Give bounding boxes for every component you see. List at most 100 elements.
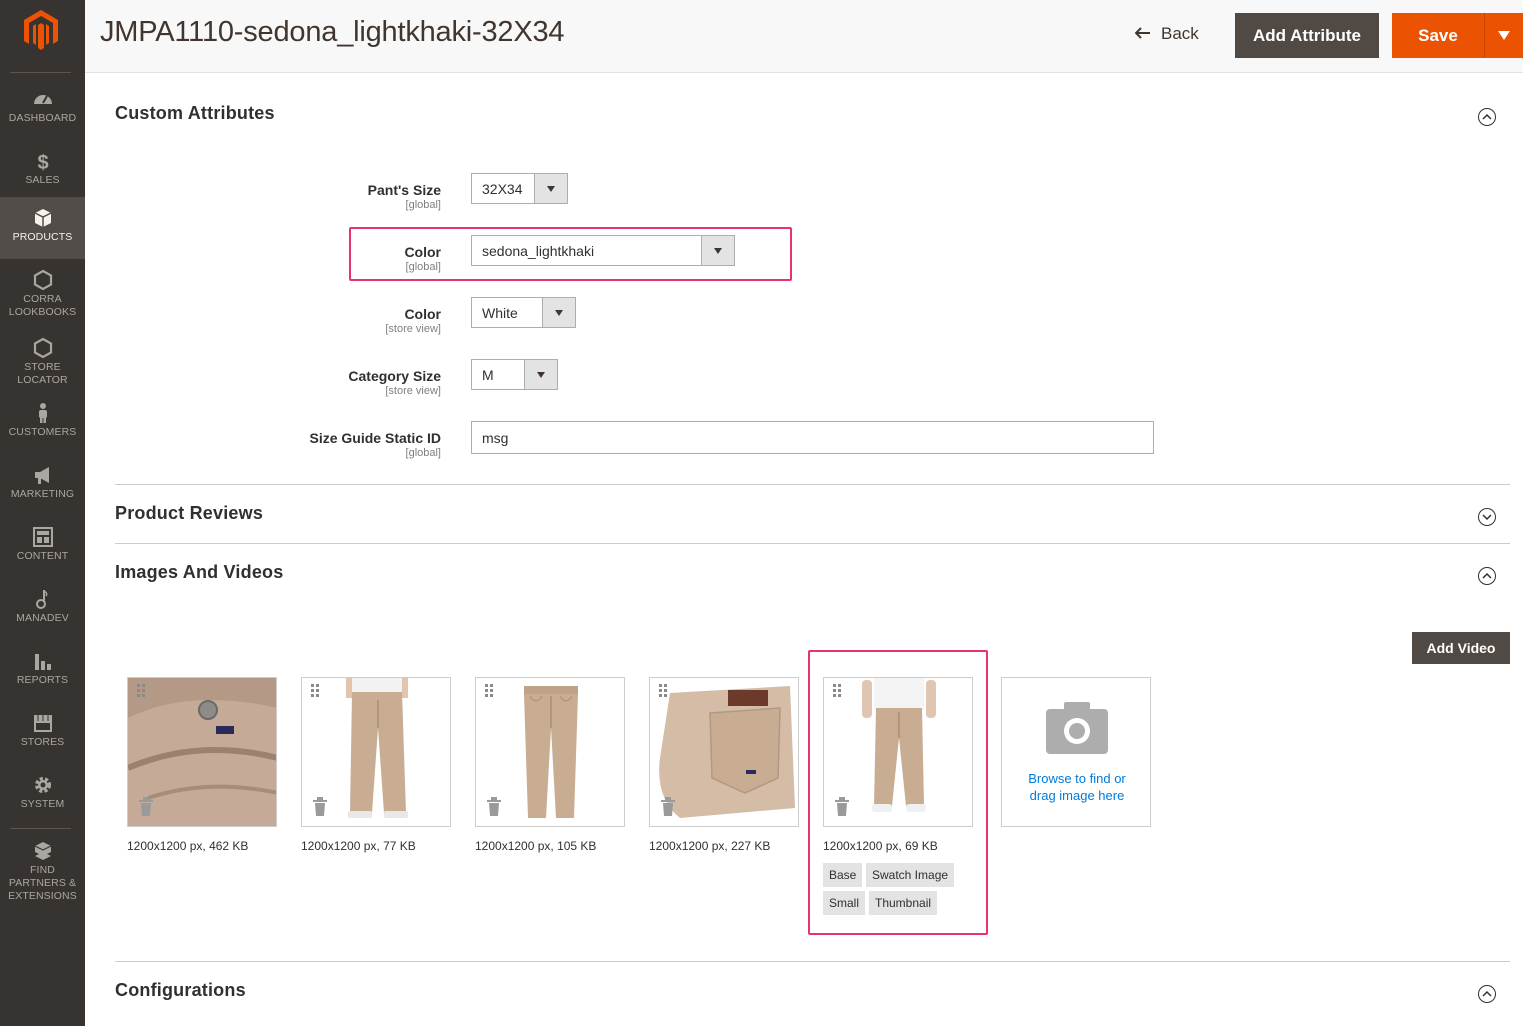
add-video-button[interactable]: Add Video — [1412, 632, 1510, 664]
cubes-icon — [34, 842, 51, 860]
drag-handle-icon[interactable] — [485, 684, 495, 700]
field-label: Color — [404, 306, 441, 322]
bell-icon — [35, 590, 47, 609]
sidebar-item-stores[interactable]: STORES — [0, 702, 85, 764]
camera-icon — [1046, 702, 1108, 754]
sidebar-item-marketing[interactable]: MARKETING — [0, 454, 85, 516]
dollar-icon: $ — [37, 152, 48, 172]
highlight-box — [808, 650, 988, 935]
sidebar-divider — [10, 828, 71, 829]
section-title-images-videos[interactable]: Images And Videos — [115, 562, 283, 583]
field-scope: [store view] — [385, 323, 441, 335]
color-store-view-select[interactable]: White — [471, 297, 576, 328]
image-meta: 1200x1200 px, 77 KB — [301, 839, 416, 853]
sidebar-item-system[interactable]: SYSTEM — [0, 764, 85, 826]
sidebar-item-label: FIND PARTNERS & EXTENSIONS — [8, 864, 77, 902]
image-meta: 1200x1200 px, 462 KB — [127, 839, 249, 853]
trash-icon[interactable] — [660, 797, 676, 816]
upload-label-line: Browse to find or — [1028, 771, 1126, 786]
product-image-thumbnail[interactable] — [475, 677, 625, 827]
collapse-icon[interactable] — [1478, 567, 1496, 585]
field-scope: [store view] — [385, 385, 441, 397]
collapse-icon[interactable] — [1478, 108, 1496, 126]
sidebar-item-find-partners[interactable]: FIND PARTNERS & EXTENSIONS — [0, 830, 85, 902]
sidebar-item-label: MANADEV — [16, 612, 69, 624]
dropdown-toggle[interactable] — [542, 298, 575, 327]
trash-icon[interactable] — [486, 797, 502, 816]
arrow-left-icon — [1134, 24, 1151, 44]
back-button[interactable]: Back — [1134, 24, 1199, 44]
size-guide-static-id-input[interactable] — [471, 421, 1154, 454]
upload-label[interactable]: Browse to find or drag image here — [1002, 770, 1152, 804]
drag-handle-icon[interactable] — [311, 684, 321, 700]
sidebar-item-label: REPORTS — [16, 674, 69, 686]
section-title-custom-attributes[interactable]: Custom Attributes — [115, 103, 275, 124]
add-attribute-button[interactable]: Add Attribute — [1235, 13, 1379, 58]
trash-icon[interactable] — [138, 797, 154, 816]
trash-icon[interactable] — [312, 797, 328, 816]
sidebar-item-content[interactable]: CONTENT — [0, 516, 85, 578]
sidebar-item-label: CONTENT — [16, 550, 69, 562]
field-label: Category Size — [348, 368, 441, 384]
product-image-thumbnail[interactable] — [649, 677, 799, 827]
category-size-select[interactable]: M — [471, 359, 558, 390]
section-title-configurations[interactable]: Configurations — [115, 980, 246, 1001]
select-value: 32X34 — [482, 181, 523, 197]
save-button[interactable]: Save — [1392, 13, 1484, 58]
product-image-thumbnail[interactable] — [301, 677, 451, 827]
hexagon-icon — [33, 269, 52, 291]
bar-chart-icon — [34, 654, 51, 670]
sidebar-item-corra-lookbooks[interactable]: CORRA LOOKBOOKS — [0, 259, 85, 321]
sidebar-item-label: SYSTEM — [20, 798, 65, 810]
caret-down-icon — [1498, 31, 1510, 40]
sidebar-item-label: PRODUCTS — [12, 231, 73, 243]
megaphone-icon — [34, 467, 49, 484]
layout-icon — [32, 527, 53, 547]
page-header: JMPA1110-sedona_lightkhaki-32X34 Back Ad… — [85, 0, 1523, 73]
sidebar-item-label: CORRA LOOKBOOKS — [8, 293, 77, 318]
select-value: M — [482, 367, 494, 383]
sidebar-divider — [10, 72, 71, 73]
upload-label-line: drag image here — [1029, 788, 1125, 803]
svg-text:$: $ — [37, 152, 48, 172]
dropdown-toggle[interactable] — [524, 360, 557, 389]
image-upload-dropzone[interactable]: Browse to find or drag image here — [1001, 677, 1151, 827]
sidebar-item-customers[interactable]: CUSTOMERS — [0, 392, 85, 454]
field-scope: [global] — [405, 199, 441, 211]
save-options-toggle[interactable] — [1484, 13, 1523, 58]
box-icon — [34, 209, 51, 227]
image-meta: 1200x1200 px, 105 KB — [475, 839, 597, 853]
magento-logo-icon[interactable] — [22, 8, 60, 52]
person-icon — [38, 403, 47, 423]
drag-handle-icon[interactable] — [659, 684, 669, 700]
sidebar-item-store-locator[interactable]: STORE LOCATOR — [0, 327, 85, 389]
sidebar-item-reports[interactable]: REPORTS — [0, 640, 85, 702]
admin-sidebar: DASHBOARD $ SALES PRODUCTS CORRA LOOKBOO… — [0, 0, 85, 1026]
section-divider — [115, 543, 1510, 544]
section-divider — [115, 484, 1510, 485]
drag-handle-icon[interactable] — [137, 684, 147, 700]
sidebar-item-sales[interactable]: $ SALES — [0, 140, 85, 202]
section-title-product-reviews[interactable]: Product Reviews — [115, 503, 263, 524]
caret-down-icon — [555, 310, 563, 316]
sidebar-item-products[interactable]: PRODUCTS — [0, 197, 85, 259]
field-scope: [global] — [405, 447, 441, 459]
collapse-icon[interactable] — [1478, 985, 1496, 1003]
sidebar-item-dashboard[interactable]: DASHBOARD — [0, 78, 85, 140]
expand-icon[interactable] — [1478, 508, 1496, 526]
storefront-icon — [33, 715, 52, 732]
gear-icon — [34, 777, 51, 793]
pants-size-select[interactable]: 32X34 — [471, 173, 568, 204]
field-label: Pant's Size — [367, 182, 441, 198]
sidebar-item-label: CUSTOMERS — [8, 426, 77, 438]
highlight-box — [349, 227, 792, 281]
caret-down-icon — [547, 186, 555, 192]
product-image-thumbnail[interactable] — [127, 677, 277, 827]
dashboard-icon — [33, 95, 52, 104]
sidebar-item-manadev[interactable]: MANADEV — [0, 578, 85, 640]
sidebar-item-label: STORES — [20, 736, 65, 748]
image-meta: 1200x1200 px, 227 KB — [649, 839, 771, 853]
dropdown-toggle[interactable] — [534, 174, 567, 203]
caret-down-icon — [537, 372, 545, 378]
back-label: Back — [1161, 24, 1199, 43]
